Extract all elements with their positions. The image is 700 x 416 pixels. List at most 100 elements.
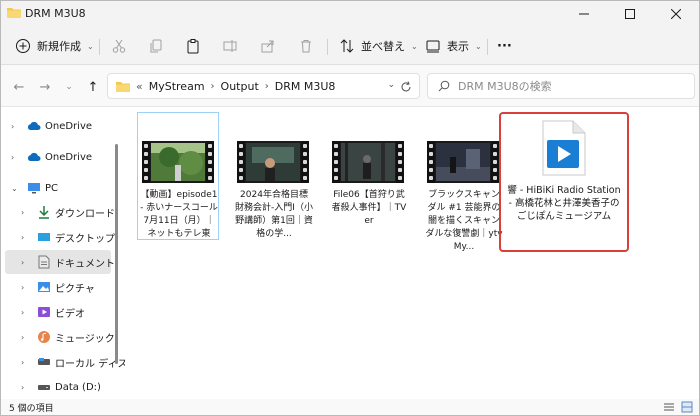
sidebar-item-label: PC (45, 182, 59, 194)
paste-icon[interactable] (185, 38, 201, 54)
file-name: 【動画】episode1 - 赤いナースコール 7月11日（月）｜ネットもテレ東 (140, 190, 218, 239)
document-icon (38, 255, 50, 269)
more-label: ··· (497, 38, 512, 54)
forward-button[interactable]: → (35, 77, 55, 97)
video-thumbnail (237, 141, 309, 183)
chevron-down-icon[interactable]: ⌄ (11, 184, 18, 193)
chevron-right-icon[interactable]: › (21, 208, 24, 217)
sort-button[interactable]: 並べ替え ⌄ (339, 35, 418, 57)
videos-icon (38, 307, 50, 317)
pc-icon (28, 183, 40, 194)
chevron-down-icon[interactable]: ⌄ (387, 80, 395, 90)
file-item[interactable]: 2024年合格目標 財務会計-入門Ⅰ（小野講師）第1回｜資格の学... (232, 112, 314, 240)
sidebar-item-music[interactable]: › ミュージック (15, 325, 121, 349)
chevron-right-icon[interactable]: › (21, 358, 24, 367)
chevron-down-icon: ⌄ (65, 82, 73, 92)
breadcrumb-item[interactable]: MyStream (149, 80, 205, 93)
chevron-right-icon[interactable]: › (21, 383, 24, 392)
more-button[interactable]: ··· (497, 35, 512, 57)
sidebar-item-pc[interactable]: ⌄ PC (5, 176, 111, 200)
folder-icon (116, 81, 130, 92)
share-icon[interactable] (260, 38, 276, 54)
address-row: ← → ⌄ ↑ « MyStream › Output › DRM M3U8 ⌄ (1, 65, 699, 107)
chevron-down-icon: ⌄ (87, 41, 94, 51)
arrow-up-icon: ↑ (87, 79, 99, 95)
details-view-icon[interactable] (663, 401, 675, 413)
close-button[interactable] (653, 1, 699, 27)
rename-icon[interactable] (222, 38, 238, 54)
sidebar-item-label: ダウンロード (55, 208, 115, 220)
refresh-icon[interactable] (399, 80, 413, 94)
sidebar-item-desktop[interactable]: › デスクトップ (15, 225, 121, 249)
breadcrumb-item[interactable]: DRM M3U8 (275, 80, 336, 93)
file-item[interactable]: ブラックスキャンダル #1 芸能界の闇を描くスキャンダルな復讐劇｜ytv My.… (422, 112, 504, 252)
folder-icon (7, 8, 21, 18)
recent-button[interactable]: ⌄ (59, 77, 79, 97)
window-title: DRM M3U8 (25, 7, 86, 20)
pictures-icon (38, 282, 50, 292)
breadcrumb-overflow[interactable]: « (136, 80, 143, 93)
minimize-button[interactable] (561, 1, 607, 27)
new-button[interactable]: 新規作成 ⌄ (15, 35, 94, 57)
chevron-right-icon[interactable]: › (11, 122, 14, 131)
cloud-icon (27, 152, 41, 161)
chevron-right-icon[interactable]: › (21, 233, 24, 242)
explorer-window: DRM M3U8 新規作成 ⌄ 並べ替え ⌄ 表示 ⌄ ··· ← → ⌄ ↑ … (0, 0, 700, 416)
chevron-right-icon[interactable]: › (21, 308, 24, 317)
sidebar-item-label: デスクトップ (55, 233, 115, 245)
sidebar-scrollbar[interactable] (115, 144, 118, 364)
file-item[interactable]: 【動画】episode1 - 赤いナースコール 7月11日（月）｜ネットもテレ東 (137, 112, 219, 240)
breadcrumb-item[interactable]: Output (221, 80, 259, 93)
sidebar-item-local-disk[interactable]: › ローカル ディスク ( (15, 350, 145, 374)
navigation-pane: › OneDrive › OneDrive ⌄ PC › ダウンロード › デス… (1, 108, 145, 399)
new-label: 新規作成 (37, 40, 81, 53)
sidebar-item-label: OneDrive (45, 151, 93, 163)
item-count: 5 個の項目 (9, 404, 54, 414)
file-name: File06【首狩り武者殺人事件】｜TVer (331, 190, 407, 226)
file-name: 2024年合格目標 財務会計-入門Ⅰ（小野講師）第1回｜資格の学... (235, 190, 313, 239)
maximize-icon (625, 9, 635, 19)
chevron-right-icon: › (210, 80, 215, 92)
plus-circle-icon (16, 39, 30, 53)
chevron-right-icon: › (264, 80, 269, 92)
sidebar-item-pictures[interactable]: › ピクチャ (15, 275, 121, 299)
file-list: 【動画】episode1 - 赤いナースコール 7月11日（月）｜ネットもテレ東… (125, 108, 699, 399)
sidebar-item-downloads[interactable]: › ダウンロード (15, 200, 121, 224)
arrow-left-icon: ← (13, 79, 25, 95)
maximize-button[interactable] (607, 1, 653, 27)
file-name: ブラックスキャンダル #1 芸能界の闇を描くスキャンダルな復讐劇｜ytv My.… (425, 190, 503, 252)
tiles-view-icon[interactable] (681, 401, 693, 413)
back-button[interactable]: ← (9, 77, 29, 97)
video-thumbnail (332, 141, 404, 183)
chevron-right-icon[interactable]: › (11, 153, 14, 162)
sidebar-item-data-drive[interactable]: › Data (D:) (15, 375, 121, 399)
file-item[interactable]: 響 - HiBiKi Radio Station - 高橋花林と井澤美香子のごじ… (499, 112, 629, 252)
chevron-right-icon[interactable]: › (21, 333, 24, 342)
minimize-icon (579, 13, 589, 15)
desktop-icon (38, 233, 50, 241)
view-button[interactable]: 表示 ⌄ (425, 35, 482, 57)
chevron-down-icon: ⌄ (411, 41, 418, 51)
file-name: 響 - HiBiKi Radio Station - 高橋花林と井澤美香子のごじ… (507, 185, 621, 222)
delete-icon[interactable] (298, 38, 314, 54)
video-thumbnail (142, 141, 214, 183)
sidebar-item-onedrive[interactable]: › OneDrive (5, 114, 111, 138)
up-button[interactable]: ↑ (83, 77, 103, 97)
arrow-right-icon: → (39, 79, 51, 95)
divider (99, 39, 100, 55)
search-input[interactable]: DRM M3U8の検索 (458, 78, 552, 94)
sidebar-item-documents[interactable]: › ドキュメント (5, 250, 115, 274)
sidebar-item-videos[interactable]: › ビデオ (15, 300, 121, 324)
cut-icon[interactable] (111, 38, 127, 54)
view-label: 表示 (447, 40, 469, 53)
sidebar-item-onedrive-2[interactable]: › OneDrive (5, 145, 111, 169)
sidebar-item-label: Data (D:) (55, 381, 101, 393)
sidebar-item-label: ドキュメント (55, 258, 115, 270)
chevron-right-icon[interactable]: › (21, 283, 24, 292)
chevron-right-icon[interactable]: › (21, 258, 24, 267)
copy-icon[interactable] (148, 38, 164, 54)
video-file-icon (542, 120, 586, 176)
search-box[interactable]: DRM M3U8の検索 (427, 73, 695, 99)
address-bar[interactable]: « MyStream › Output › DRM M3U8 ⌄ (107, 73, 420, 99)
file-item[interactable]: File06【首狩り武者殺人事件】｜TVer (327, 112, 409, 240)
